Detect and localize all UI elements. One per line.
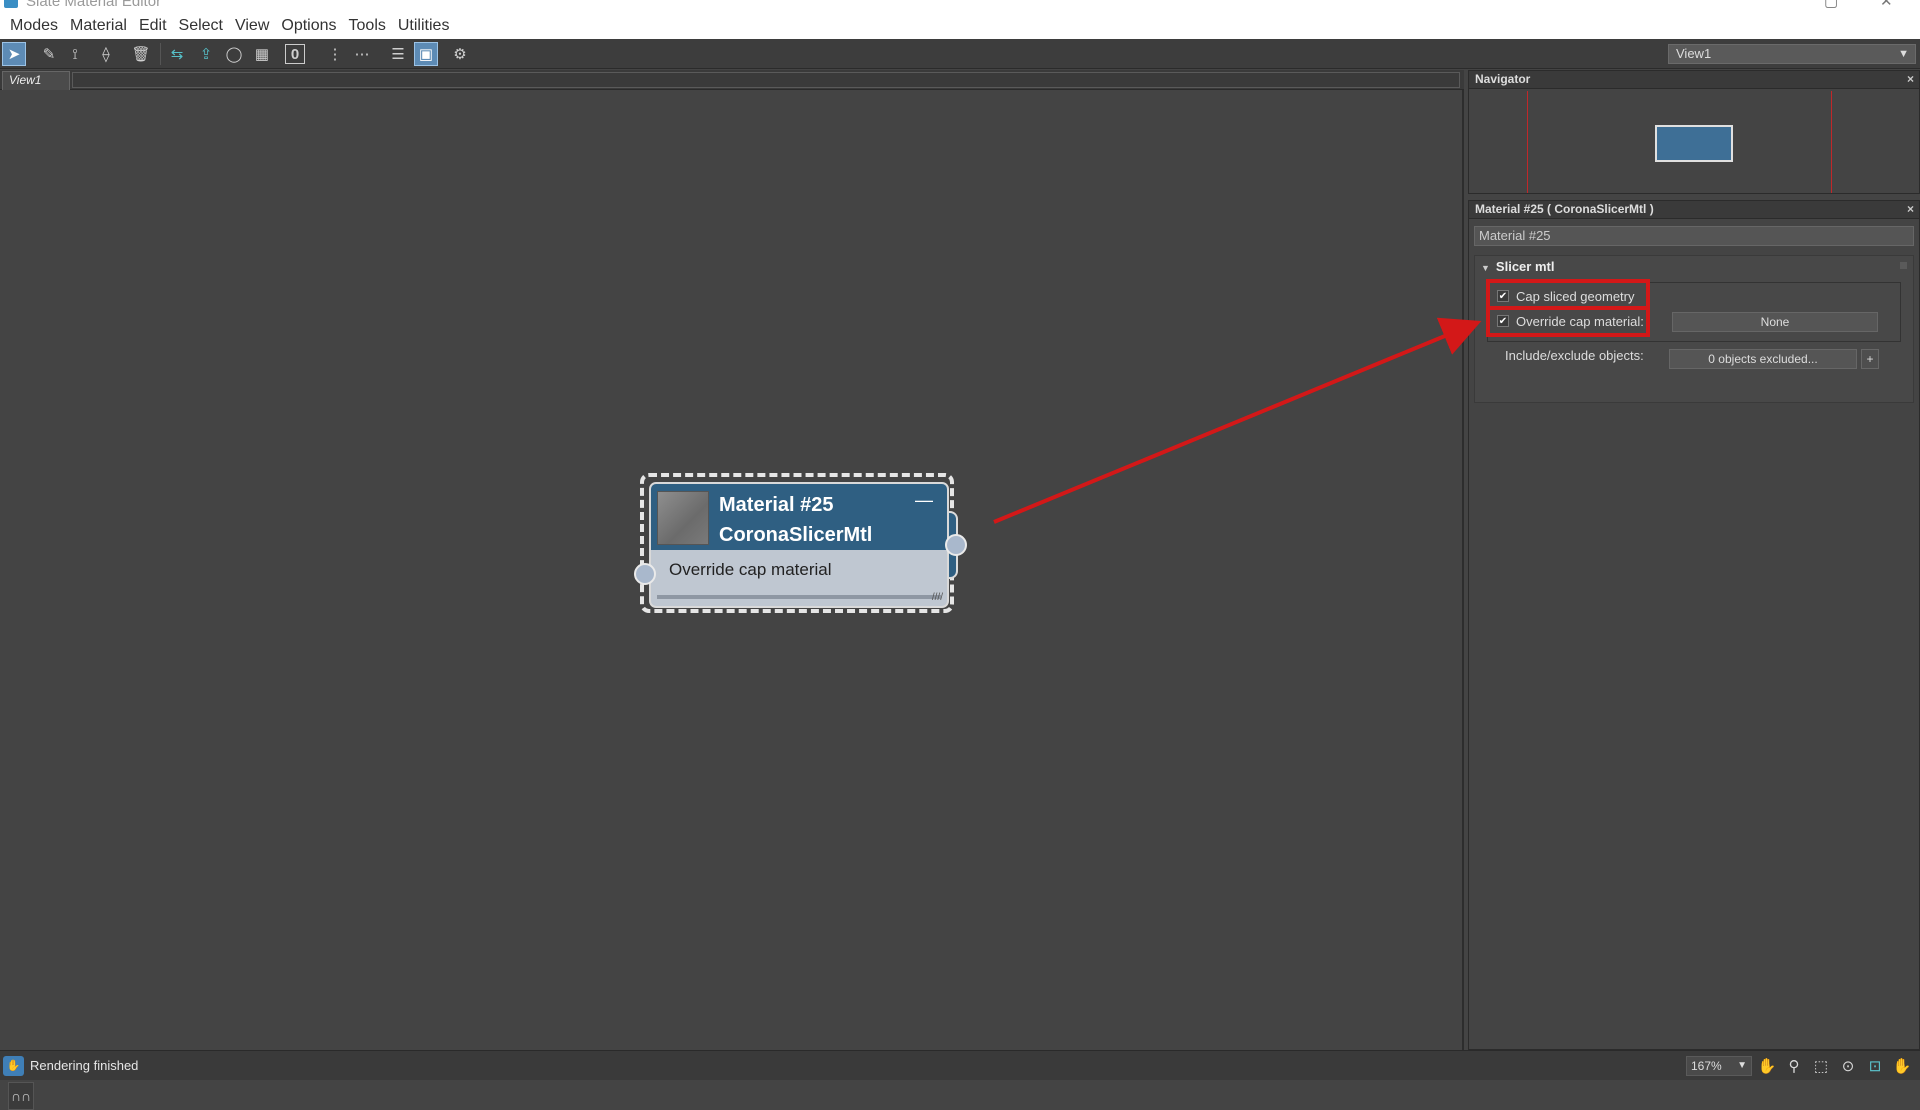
menu-view[interactable]: View	[229, 12, 275, 39]
options-icon[interactable]: ⚙	[448, 42, 472, 66]
node-material-type: CoronaSlicerMtl	[719, 524, 873, 546]
sphere-icon[interactable]: ◯	[222, 42, 246, 66]
assign-icon[interactable]: ⟟	[63, 42, 87, 66]
menu-select[interactable]: Select	[173, 12, 229, 39]
menu-options[interactable]: Options	[275, 12, 342, 39]
add-object-button[interactable]: +	[1861, 349, 1879, 369]
menu-utilities[interactable]: Utilities	[392, 12, 456, 39]
material-id-icon[interactable]: 0	[285, 44, 305, 64]
select-by-material-icon[interactable]: ⇪	[194, 42, 218, 66]
navigator-node-preview	[1655, 125, 1733, 162]
node-footer	[657, 595, 941, 599]
cursor-icon[interactable]: ➤	[2, 42, 26, 66]
binoculars-icon[interactable]: ∩∩	[8, 1082, 34, 1110]
rollout-title[interactable]: ▼ Slicer mtl	[1481, 259, 1554, 274]
material-properties-panel: Material #25 ( CoronaSlicerMtl ) × Mater…	[1468, 200, 1920, 1050]
slicer-mtl-rollout: ▼ Slicer mtl ✔ Cap sliced geometry ✔ Over…	[1474, 255, 1914, 403]
view-dropdown-value: View1	[1676, 46, 1712, 61]
rollout-title-text: Slicer mtl	[1495, 259, 1555, 274]
properties-title: Material #25 ( CoronaSlicerMtl ) ×	[1469, 201, 1919, 219]
include-exclude-label: Include/exclude objects:	[1505, 348, 1644, 363]
move-children-icon[interactable]: ⇆	[165, 42, 189, 66]
output-socket[interactable]	[945, 534, 967, 556]
navigator-title-text: Navigator	[1475, 72, 1531, 86]
hand-icon[interactable]: ✋	[3, 1056, 24, 1076]
tab-bar-track	[72, 72, 1460, 88]
zoom-region-icon[interactable]: ⬚	[1811, 1057, 1831, 1077]
zoom-icon[interactable]: ⚲	[1784, 1057, 1804, 1077]
properties-title-text: Material #25 ( CoronaSlicerMtl )	[1475, 202, 1654, 216]
view-dropdown[interactable]: View1 ▼	[1668, 44, 1916, 64]
assign-selection-icon[interactable]: ⟠	[94, 42, 118, 66]
toolbar: ➤ ✎ ⟟ ⟠ 🗑 ⇆ ⇪ ◯ ▦ 0 ⋮ ⋯ ☰ ▣ ⚙	[0, 39, 1920, 69]
objects-excluded-button[interactable]: 0 objects excluded...	[1669, 349, 1857, 369]
toolbar-separator	[160, 43, 161, 65]
status-text: Rendering finished	[30, 1058, 139, 1073]
zoom-dropdown[interactable]: 167% ▼	[1686, 1056, 1752, 1076]
navigator-panel: Navigator ×	[1468, 70, 1920, 194]
collapse-icon[interactable]: —	[915, 490, 933, 511]
node-material-name: Material #25	[719, 494, 834, 516]
chevron-down-icon: ▼	[1898, 48, 1909, 60]
zoom-extents-selected-icon[interactable]: ⊡	[1865, 1057, 1885, 1077]
resize-grip-icon[interactable]: ////	[932, 592, 943, 603]
annotation-highlight-box	[1486, 306, 1650, 337]
view-tab-bar: View1	[0, 70, 1464, 90]
cap-material-none-button[interactable]: None	[1672, 312, 1878, 332]
maximize-icon[interactable]: ▢	[1824, 0, 1838, 10]
node-body: Material #25 CoronaSlicerMtl — Override …	[649, 482, 949, 608]
navigator-title: Navigator ×	[1469, 71, 1919, 89]
material-thumbnail	[657, 491, 709, 545]
triangle-down-icon: ▼	[1481, 263, 1490, 273]
close-icon[interactable]: ×	[1907, 71, 1914, 88]
node-slot-label: Override cap material	[669, 560, 832, 579]
zoom-extents-icon[interactable]: ⊙	[1838, 1057, 1858, 1077]
zoom-value: 167%	[1691, 1059, 1722, 1073]
app-icon	[4, 0, 18, 8]
checker-icon[interactable]: ▦	[250, 42, 274, 66]
menu-material[interactable]: Material	[64, 12, 133, 39]
menu-edit[interactable]: Edit	[133, 12, 173, 39]
menu-tools[interactable]: Tools	[343, 12, 392, 39]
material-name-field[interactable]: Material #25	[1474, 226, 1914, 246]
menu-bar: Modes Material Edit Select View Options …	[0, 12, 1920, 39]
node-header[interactable]: Material #25 CoronaSlicerMtl —	[651, 484, 947, 550]
layout-horizontal-icon[interactable]: ⋯	[350, 42, 374, 66]
window-title: Slate Material Editor	[26, 0, 162, 10]
tab-view1[interactable]: View1	[2, 71, 70, 90]
list-icon[interactable]: ☰	[386, 42, 410, 66]
material-node[interactable]: Material #25 CoronaSlicerMtl — Override …	[634, 473, 967, 613]
rollout-handle-icon[interactable]	[1900, 262, 1907, 269]
title-bar: Slate Material Editor ▢ ✕	[0, 0, 1920, 12]
chevron-down-icon: ▼	[1737, 1060, 1747, 1071]
eyedropper-icon[interactable]: ✎	[37, 42, 61, 66]
close-icon[interactable]: ✕	[1880, 0, 1893, 10]
pan-hand-icon[interactable]: ✋	[1757, 1057, 1777, 1077]
input-socket[interactable]	[634, 563, 656, 585]
close-icon[interactable]: ×	[1907, 201, 1914, 218]
layout-vertical-icon[interactable]: ⋮	[323, 42, 347, 66]
status-bar: ✋ Rendering finished 167% ▼ ✋ ⚲ ⬚ ⊙ ⊡ ✋	[0, 1050, 1920, 1080]
menu-modes[interactable]: Modes	[4, 12, 64, 39]
trash-icon[interactable]: 🗑	[129, 42, 153, 66]
pan-to-selected-icon[interactable]: ✋	[1892, 1057, 1912, 1077]
show-map-icon[interactable]: ▣	[414, 42, 438, 66]
